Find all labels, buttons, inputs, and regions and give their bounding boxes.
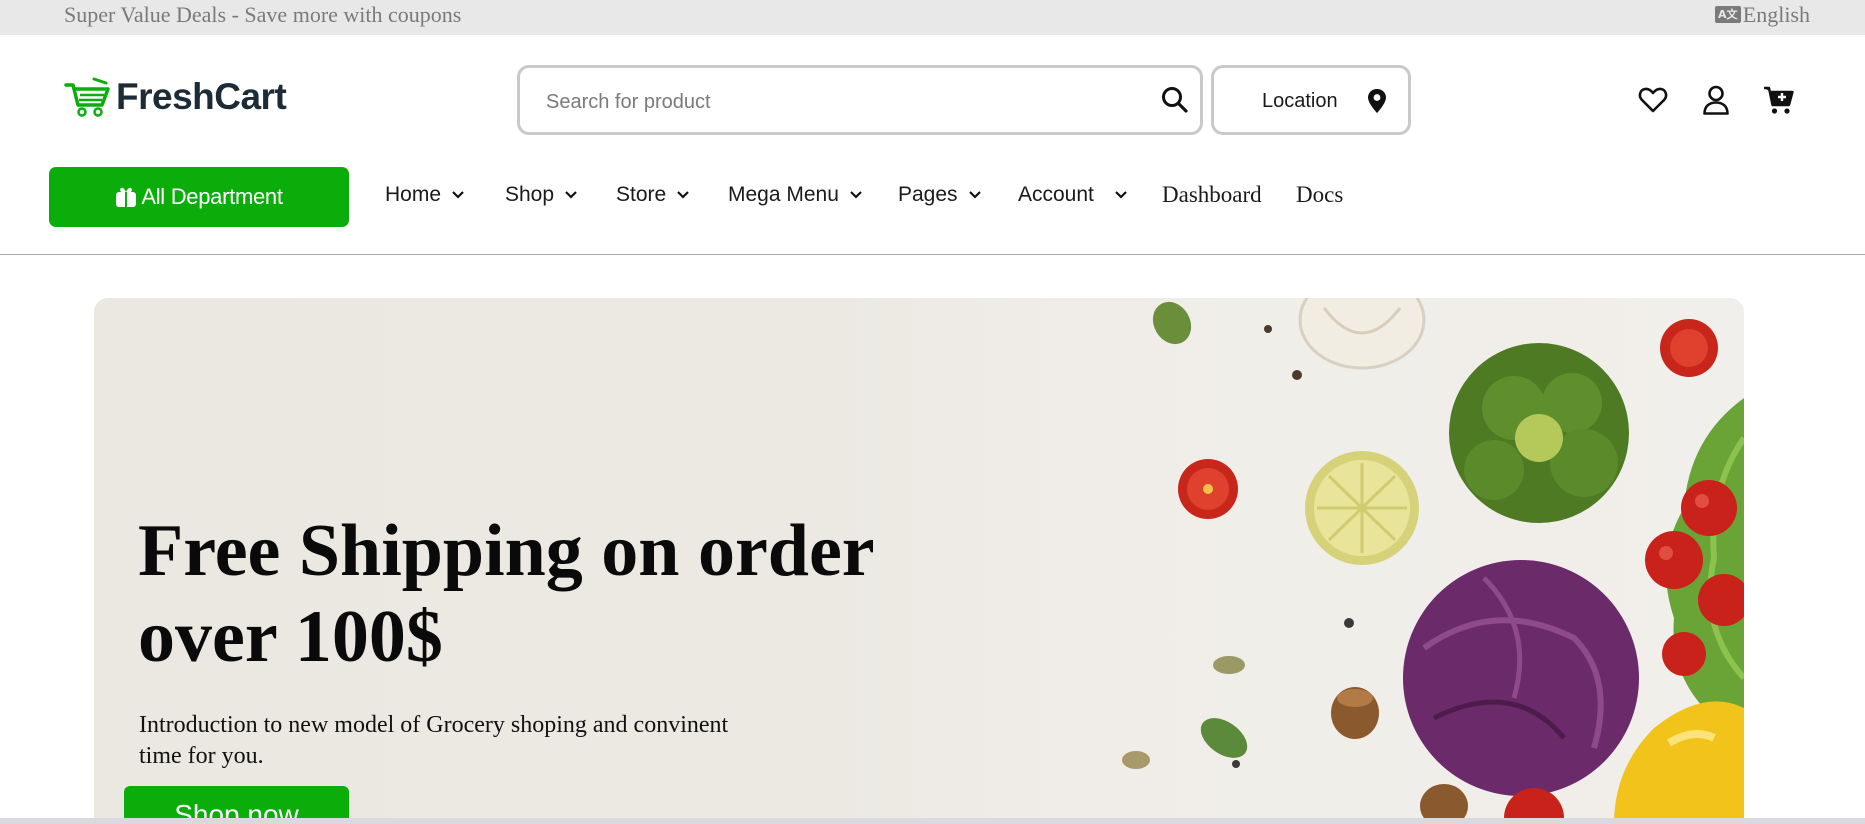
- map-pin-icon: [1368, 89, 1386, 113]
- brand-name: FreshCart: [116, 76, 287, 117]
- window-bottom-edge: [0, 818, 1865, 824]
- user-icon[interactable]: [1702, 85, 1730, 115]
- hero-title: Free Shipping on order over 100$: [138, 510, 874, 678]
- nav-account-label: Account: [1018, 183, 1094, 206]
- nav-dashboard-label: Dashboard: [1162, 182, 1262, 207]
- chevron-down-icon: [850, 191, 862, 199]
- chevron-down-icon: [565, 191, 577, 199]
- search-input[interactable]: [544, 86, 1108, 118]
- location-label: Location: [1262, 90, 1338, 112]
- translate-icon: A文: [1714, 6, 1741, 23]
- chevron-down-icon: [968, 191, 981, 199]
- nav-pages-label: Pages: [898, 183, 958, 206]
- top-announcement-bar: Super Value Deals - Save more with coupo…: [0, 0, 1865, 35]
- nav-home-label: Home: [385, 183, 442, 206]
- nav-store[interactable]: Store: [616, 183, 690, 207]
- chevron-down-icon: [1115, 191, 1127, 199]
- cart-icon[interactable]: [1763, 85, 1795, 115]
- nav-docs-label: Docs: [1296, 182, 1344, 207]
- nav-mega-menu-label: Mega Menu: [728, 183, 839, 206]
- nav-pages[interactable]: Pages: [898, 183, 982, 207]
- promo-text: Super Value Deals - Save more with coupo…: [64, 2, 462, 27]
- hero-banner: Free Shipping on order over 100$ Introdu…: [94, 298, 1744, 824]
- hero-subtitle: Introduction to new model of Grocery sho…: [139, 712, 729, 769]
- chevron-down-icon: [677, 191, 689, 199]
- cart-logo-icon: [64, 77, 110, 117]
- nav-shop-label: Shop: [505, 183, 555, 206]
- language-selector[interactable]: A文 English: [1714, 0, 1810, 29]
- heart-icon[interactable]: [1638, 86, 1668, 114]
- nav-shop[interactable]: Shop: [505, 183, 578, 207]
- location-selector[interactable]: Location: [1211, 65, 1411, 135]
- nav-mega-menu[interactable]: Mega Menu: [728, 183, 863, 207]
- search-box: [517, 65, 1203, 135]
- header-divider: [0, 254, 1865, 255]
- nav-dashboard[interactable]: Dashboard: [1162, 182, 1262, 208]
- nav-account[interactable]: Account: [1018, 183, 1128, 207]
- brand-logo[interactable]: FreshCart: [64, 76, 287, 118]
- nav-store-label: Store: [616, 183, 667, 206]
- language-label: English: [1742, 2, 1810, 27]
- search-icon[interactable]: [1160, 85, 1190, 115]
- nav-home[interactable]: Home: [385, 183, 465, 207]
- all-department-button[interactable]: All Department: [49, 167, 349, 227]
- chevron-down-icon: [452, 191, 464, 199]
- nav-docs[interactable]: Docs: [1296, 182, 1343, 208]
- all-department-label: All Department: [141, 184, 283, 209]
- gift-icon: [116, 187, 137, 207]
